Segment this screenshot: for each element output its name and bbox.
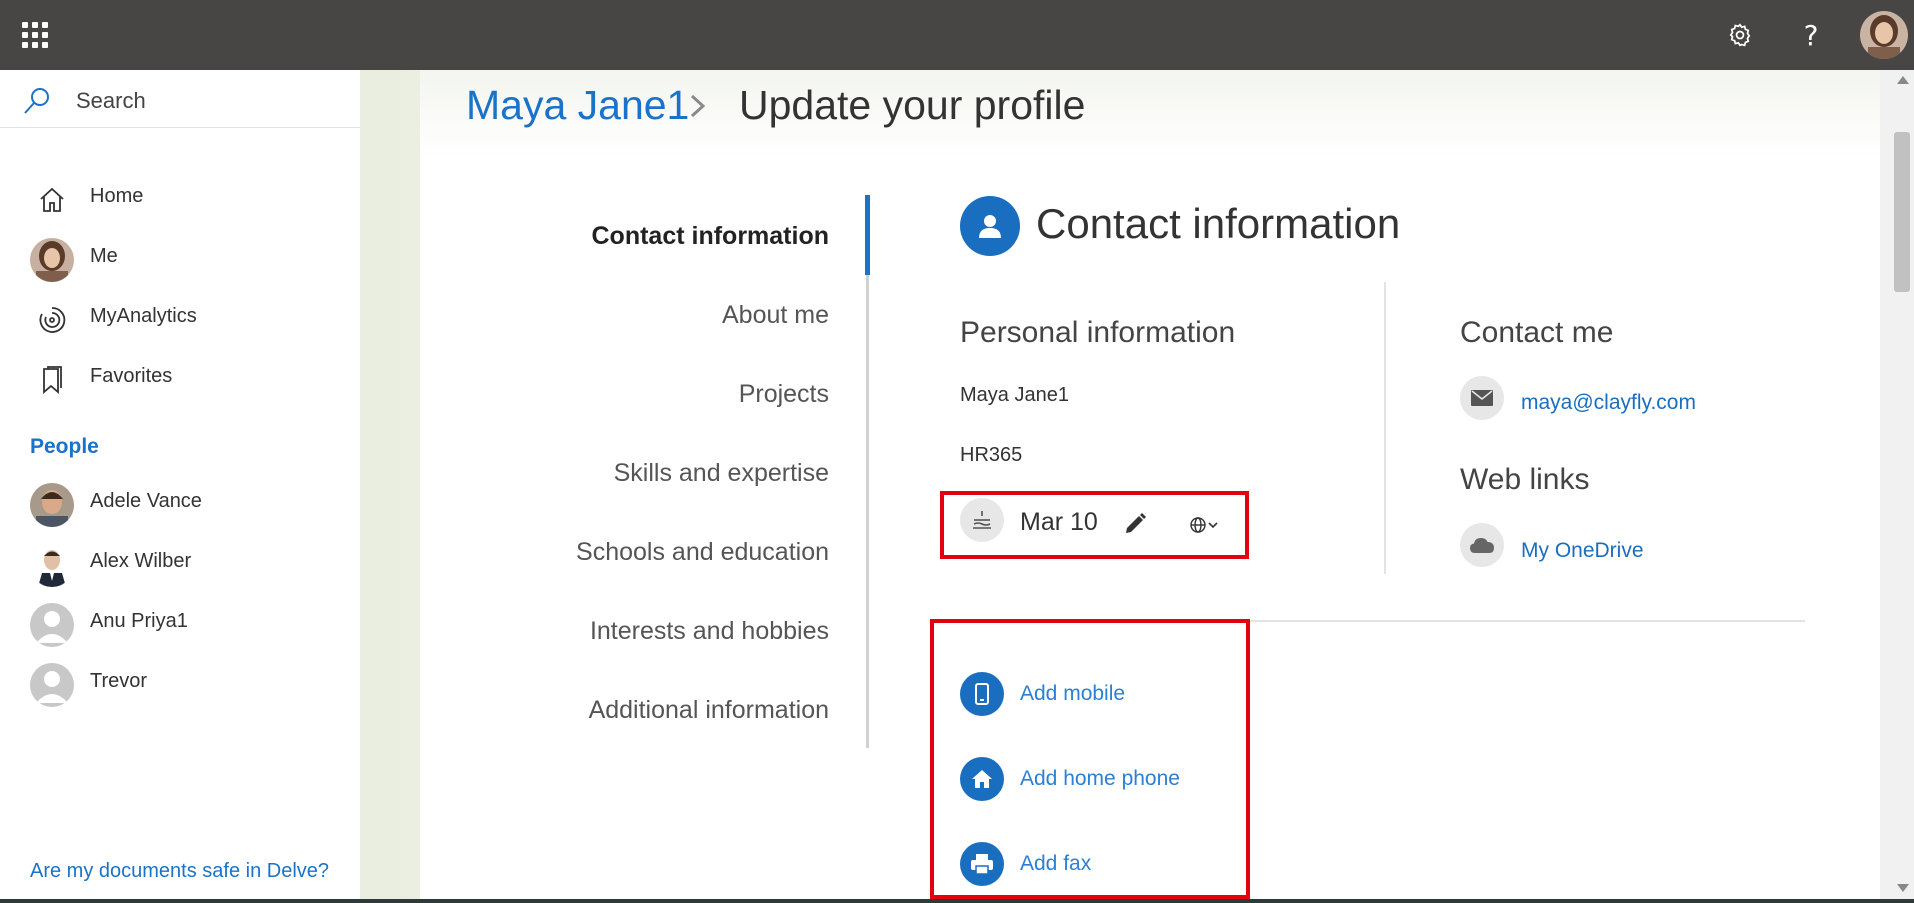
avatar — [30, 543, 74, 587]
avatar — [30, 663, 74, 707]
cloud-icon — [1460, 523, 1504, 567]
sidebar-item-myanalytics[interactable]: MyAnalytics — [0, 290, 360, 342]
add-mobile-label: Add mobile — [1020, 682, 1126, 705]
tab-projects[interactable]: Projects — [739, 380, 829, 409]
display-name: Maya Jane1 — [960, 384, 1069, 406]
onedrive-link[interactable]: My OneDrive — [1521, 539, 1644, 563]
chevron-right-icon — [688, 92, 708, 128]
tab-skills-and-expertise[interactable]: Skills and expertise — [614, 459, 829, 488]
tab-additional-information[interactable]: Additional information — [589, 696, 829, 725]
window-bottom-edge — [0, 899, 1914, 903]
top-bar: ? — [0, 0, 1914, 70]
avatar — [30, 238, 74, 282]
scroll-up-arrow[interactable] — [1897, 76, 1909, 84]
web-links-heading: Web links — [1460, 463, 1590, 496]
sidebar: Search Home Me MyAnalytics Favorites Peo… — [0, 70, 360, 903]
sidebar-item-label: Alex Wilber — [90, 550, 192, 572]
sidebar-person-trevor[interactable]: Trevor — [0, 655, 360, 707]
account-avatar[interactable] — [1860, 11, 1908, 59]
add-home-phone-label: Add home phone — [1020, 767, 1180, 790]
sidebar-item-favorites[interactable]: Favorites — [0, 350, 360, 402]
mail-icon — [1460, 376, 1504, 420]
tab-contact-information[interactable]: Contact information — [592, 222, 830, 251]
person-icon — [960, 196, 1020, 256]
birthday-value: Mar 10 — [1020, 508, 1098, 536]
scroll-down-arrow[interactable] — [1897, 884, 1909, 892]
search-icon — [22, 86, 52, 121]
tab-schools-and-education[interactable]: Schools and education — [576, 538, 829, 567]
personal-info-heading: Personal information — [960, 316, 1236, 349]
search-box[interactable]: Search — [0, 70, 360, 128]
printer-icon — [960, 842, 1004, 886]
tab-interests-and-hobbies[interactable]: Interests and hobbies — [590, 617, 829, 646]
help-icon[interactable]: ? — [1792, 16, 1830, 54]
analytics-icon — [30, 298, 74, 342]
home-icon — [960, 757, 1004, 801]
search-placeholder: Search — [76, 88, 146, 113]
section-active-indicator — [865, 195, 870, 275]
sidebar-item-label: Home — [90, 185, 144, 207]
section-divider — [1250, 620, 1805, 622]
add-fax-label: Add fax — [1020, 852, 1092, 875]
home-icon — [30, 178, 74, 222]
tab-about-me[interactable]: About me — [722, 301, 829, 330]
section-title: Contact information — [1036, 200, 1401, 247]
sidebar-item-label: Me — [90, 245, 118, 267]
sidebar-person-adele[interactable]: Adele Vance — [0, 475, 360, 527]
sidebar-item-label: Favorites — [90, 365, 173, 387]
pencil-icon[interactable] — [1120, 509, 1150, 539]
sidebar-person-alex[interactable]: Alex Wilber — [0, 535, 360, 587]
birthday-cake-icon — [960, 498, 1004, 542]
app-launcher-icon[interactable] — [22, 22, 48, 48]
sidebar-item-label: Adele Vance — [90, 490, 202, 512]
sidebar-item-me[interactable]: Me — [0, 230, 360, 282]
bookmark-icon — [30, 358, 74, 402]
breadcrumb-profile-link[interactable]: Maya Jane1 — [466, 82, 689, 129]
contact-me-heading: Contact me — [1460, 316, 1614, 349]
avatar — [30, 483, 74, 527]
avatar — [30, 603, 74, 647]
people-heading: People — [30, 435, 99, 458]
scrollbar-thumb[interactable] — [1894, 132, 1910, 292]
company-name: HR365 — [960, 444, 1023, 466]
mobile-phone-icon — [960, 672, 1004, 716]
chevron-down-icon — [1208, 522, 1218, 529]
sidebar-item-label: MyAnalytics — [90, 305, 197, 327]
gear-icon[interactable] — [1721, 16, 1759, 54]
section-nav-rail — [866, 195, 869, 748]
visibility-globe-dropdown[interactable] — [1186, 512, 1222, 538]
sidebar-item-label: Anu Priya1 — [90, 610, 188, 632]
delve-safety-link[interactable]: Are my documents safe in Delve? — [30, 860, 329, 883]
sidebar-person-anu[interactable]: Anu Priya1 — [0, 595, 360, 647]
email-link[interactable]: maya@clayfly.com — [1521, 391, 1696, 415]
column-divider — [1384, 282, 1386, 574]
sidebar-item-home[interactable]: Home — [0, 170, 360, 222]
page-title: Update your profile — [739, 82, 1086, 128]
sidebar-item-label: Trevor — [90, 670, 148, 692]
